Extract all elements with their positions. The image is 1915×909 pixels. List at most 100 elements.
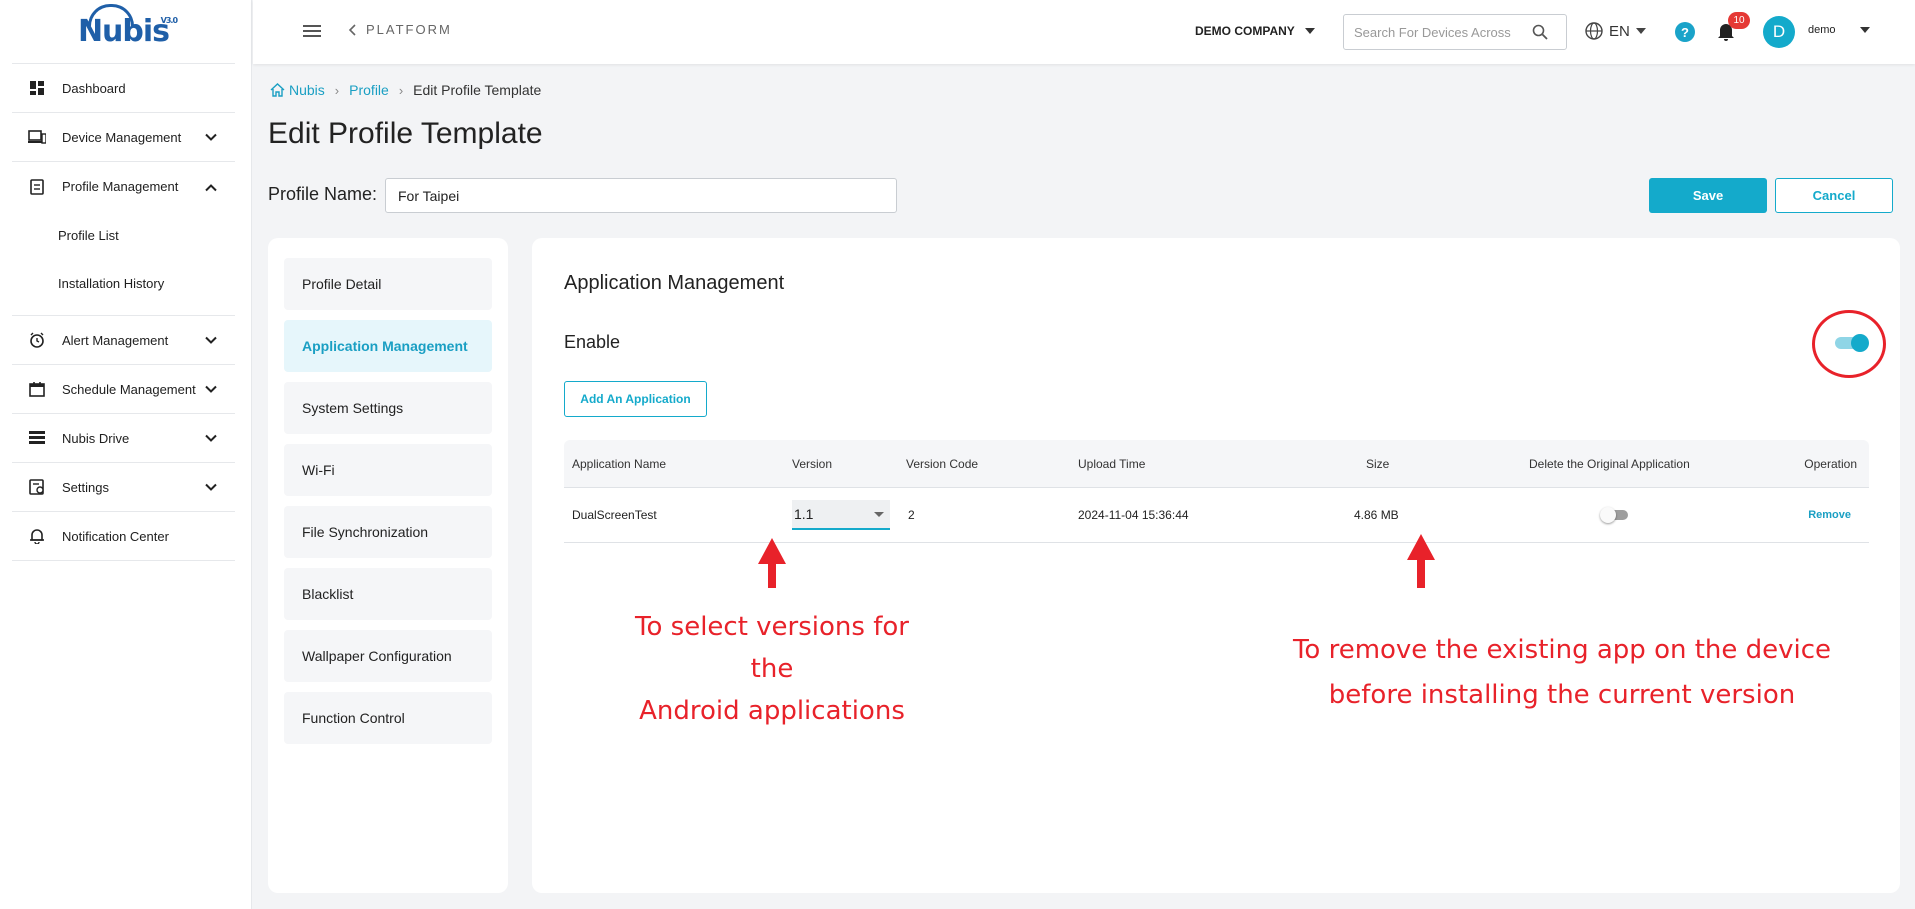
tab-function-control[interactable]: Function Control — [284, 692, 492, 744]
sidebar-item-label: Alert Management — [62, 332, 169, 348]
column-header: Size — [1366, 456, 1390, 471]
user-menu[interactable]: demo — [1808, 24, 1870, 36]
toggle-knob — [1851, 334, 1869, 352]
profile-name-label: Profile Name: — [268, 184, 378, 204]
sidebar-subitem-installation-history[interactable]: Installation History — [12, 259, 235, 307]
platform-back[interactable]: PLATFORM — [348, 22, 452, 37]
tab-profile-detail[interactable]: Profile Detail — [284, 258, 492, 310]
annotation-line: To remove the existing app on the device — [1292, 635, 1832, 665]
sidebar-item-label: Notification Center — [62, 528, 169, 544]
devices-icon — [28, 128, 46, 146]
sidebar-item-schedule-management[interactable]: Schedule Management — [12, 365, 235, 414]
chevron-down-icon — [205, 431, 217, 446]
version-annotation: To select versions for the Android appli… — [632, 606, 912, 732]
version-select[interactable]: 1.1 — [792, 500, 890, 530]
help-icon[interactable]: ? — [1675, 22, 1695, 42]
caret-down-icon — [1859, 27, 1870, 33]
breadcrumb-home[interactable]: Nubis — [270, 82, 325, 98]
enable-label: Enable — [564, 332, 621, 352]
remove-link[interactable]: Remove — [1808, 509, 1851, 521]
annotation-line: before installing the current version — [1328, 680, 1796, 710]
drive-icon — [28, 429, 46, 447]
profile-submenu: Profile List Installation History — [12, 211, 235, 316]
sidebar-item-nubis-drive[interactable]: Nubis Drive — [12, 414, 235, 463]
hamburger-menu-icon[interactable] — [303, 22, 321, 40]
cancel-button[interactable]: Cancel — [1775, 178, 1893, 213]
language-label: EN — [1609, 22, 1630, 40]
sidebar-item-profile-management[interactable]: Profile Management — [12, 162, 235, 211]
chevron-down-icon — [205, 480, 217, 495]
sidebar-item-alert-management[interactable]: Alert Management — [12, 316, 235, 365]
annotation-line: Android applications — [639, 696, 905, 726]
sidebar-item-device-management[interactable]: Device Management — [12, 113, 235, 162]
profile-name-input[interactable] — [385, 178, 897, 213]
tab-wallpaper-configuration[interactable]: Wallpaper Configuration — [284, 630, 492, 682]
bell-icon — [28, 527, 46, 545]
platform-label: PLATFORM — [366, 22, 452, 37]
chevron-down-icon — [205, 333, 217, 348]
topbar: PLATFORM DEMO COMPANY EN ? 10 D demo — [253, 0, 1915, 64]
tab-blacklist[interactable]: Blacklist — [284, 568, 492, 620]
profile-tabs-panel: Profile Detail Application Management Sy… — [268, 238, 508, 893]
arrow-up-icon — [758, 538, 786, 588]
tab-wifi[interactable]: Wi-Fi — [284, 444, 492, 496]
app-name-cell: DualScreenTest — [572, 508, 657, 522]
save-button[interactable]: Save — [1649, 178, 1767, 213]
sidebar-item-label: Device Management — [62, 129, 182, 145]
add-application-button[interactable]: Add An Application — [564, 381, 707, 417]
column-header: Operation — [1804, 456, 1857, 471]
nubis-logo[interactable]: Nubis V3.0 — [12, 0, 235, 64]
upload-time-cell: 2024-11-04 15:36:44 — [1078, 508, 1189, 522]
enable-toggle[interactable] — [1835, 334, 1869, 352]
breadcrumb: Nubis › Profile › Edit Profile Template — [270, 82, 541, 98]
column-header: Version — [792, 456, 833, 471]
profile-icon — [28, 178, 46, 196]
applications-table: Application Name Version Version Code Up… — [564, 440, 1869, 543]
calendar-icon — [28, 380, 46, 398]
alarm-icon — [28, 331, 46, 349]
breadcrumb-current: Edit Profile Template — [413, 82, 542, 98]
sidebar-item-label: Dashboard — [62, 80, 126, 96]
caret-down-icon — [874, 511, 884, 517]
breadcrumb-home-label: Nubis — [289, 82, 325, 98]
table-header: Application Name Version Version Code Up… — [564, 440, 1869, 488]
sidebar: Nubis V3.0 Dashboard Device Management P… — [0, 0, 252, 909]
chevron-up-icon — [205, 179, 217, 194]
chevron-down-icon — [205, 382, 217, 397]
sidebar-item-settings[interactable]: Settings — [12, 463, 235, 512]
sidebar-nav: Dashboard Device Management Profile Mana… — [12, 64, 235, 561]
delete-annotation: To remove the existing app on the device… — [1292, 628, 1832, 718]
column-header: Delete the Original Application — [1529, 456, 1690, 471]
tab-system-settings[interactable]: System Settings — [284, 382, 492, 434]
tab-application-management[interactable]: Application Management — [284, 320, 492, 372]
sidebar-item-label: Nubis Drive — [62, 430, 130, 446]
version-value: 1.1 — [794, 506, 814, 522]
sidebar-subitem-profile-list[interactable]: Profile List — [12, 211, 235, 259]
application-management-panel: Application Management Enable Add An App… — [532, 238, 1900, 893]
search-icon[interactable] — [1532, 24, 1548, 40]
sidebar-item-dashboard[interactable]: Dashboard — [12, 64, 235, 113]
home-icon — [270, 83, 285, 97]
column-header: Application Name — [572, 456, 667, 471]
delete-original-toggle[interactable] — [1600, 507, 1628, 523]
chevron-left-icon — [348, 23, 356, 36]
column-header: Upload Time — [1078, 456, 1146, 471]
language-selector[interactable]: EN — [1585, 22, 1646, 40]
tab-file-synchronization[interactable]: File Synchronization — [284, 506, 492, 558]
version-code-cell: 2 — [908, 508, 915, 522]
caret-down-icon — [1635, 28, 1646, 34]
caret-down-icon — [1304, 28, 1315, 34]
sidebar-item-label: Settings — [62, 479, 109, 495]
search-input[interactable] — [1354, 24, 1524, 40]
column-header: Version Code — [906, 456, 979, 471]
notification-count-badge: 10 — [1728, 12, 1750, 29]
cloud-icon — [87, 4, 134, 26]
sidebar-item-notification-center[interactable]: Notification Center — [12, 512, 235, 561]
page-title: Edit Profile Template — [268, 117, 543, 150]
sidebar-item-label: Schedule Management — [62, 381, 196, 397]
size-cell: 4.86 MB — [1354, 508, 1399, 522]
breadcrumb-profile[interactable]: Profile — [349, 82, 389, 98]
avatar[interactable]: D — [1763, 16, 1795, 48]
company-selector[interactable]: DEMO COMPANY — [1195, 24, 1315, 38]
dashboard-icon — [28, 79, 46, 97]
